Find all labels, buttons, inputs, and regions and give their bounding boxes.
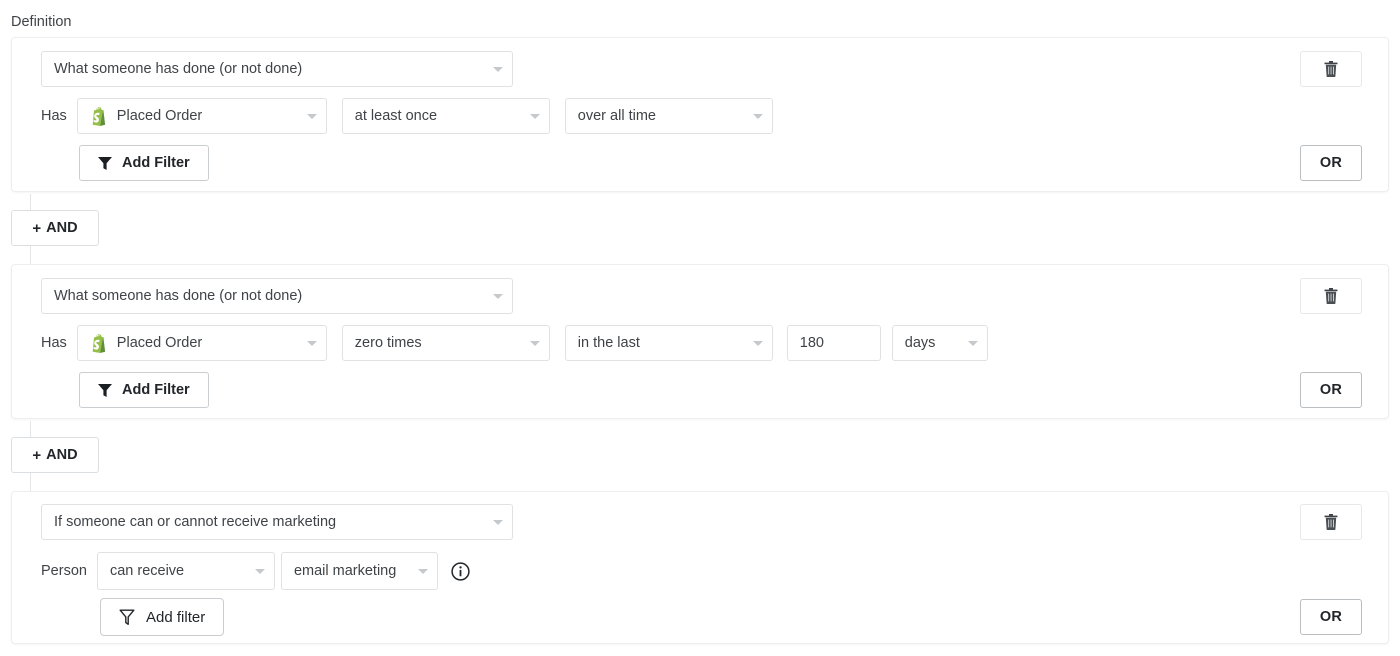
chevron-down-icon [255,569,265,574]
frequency-value-2: zero times [355,335,422,351]
condition-type-value-3: If someone can or cannot receive marketi… [54,514,336,530]
add-filter-button-3[interactable]: Add filter [100,598,224,636]
delete-block-button-3[interactable] [1300,504,1362,540]
and-text-1: AND [46,220,77,236]
delete-block-button-1[interactable] [1300,51,1362,87]
metric-select-1[interactable]: Placed Order [77,98,327,134]
chevron-down-icon [493,67,503,72]
amount-input-2[interactable]: 180 [787,325,881,361]
consent-select-3[interactable]: can receive [97,552,275,590]
chevron-down-icon [753,341,763,346]
condition-type-value-2: What someone has done (or not done) [54,288,302,304]
funnel-icon [98,384,112,397]
amount-value-2: 180 [800,335,824,351]
trash-icon [1324,514,1338,530]
metric-value-2: Placed Order [117,335,202,351]
trash-icon [1324,288,1338,304]
add-and-button-2[interactable]: + + AND AND [11,437,99,473]
lead-label-2: Has [41,335,67,351]
condition-type-select-2[interactable]: What someone has done (or not done) [41,278,513,314]
timeframe-select-2[interactable]: in the last [565,325,773,361]
add-and-button-1[interactable]: + + AND AND [11,210,99,246]
metric-select-2[interactable]: Placed Order [77,325,327,361]
definition-label: Definition [11,13,71,31]
frequency-select-2[interactable]: zero times [342,325,550,361]
chevron-down-icon [530,114,540,119]
condition-block-1: What someone has done (or not done) Has … [11,37,1389,192]
segment-definition-builder: Definition What someone has done (or not… [0,0,1400,656]
lead-label-1: Has [41,108,67,124]
info-icon[interactable] [451,562,470,581]
timeframe-value-1: over all time [578,108,656,124]
chevron-down-icon [418,569,428,574]
plus-icon: + [32,221,41,236]
amount-unit-value-2: days [905,335,936,351]
or-button-3[interactable]: OR [1300,599,1362,635]
or-button-2[interactable]: OR [1300,372,1362,408]
or-label-2: OR [1320,382,1342,398]
chevron-down-icon [530,341,540,346]
metric-value-1: Placed Order [117,108,202,124]
condition-block-2: What someone has done (or not done) Has … [11,264,1389,419]
frequency-select-1[interactable]: at least once [342,98,550,134]
timeframe-select-1[interactable]: over all time [565,98,773,134]
condition-type-value-1: What someone has done (or not done) [54,61,302,77]
and-text-2: AND [46,447,77,463]
lead-label-3: Person [41,563,87,579]
or-label-1: OR [1320,155,1342,171]
condition-type-select-1[interactable]: What someone has done (or not done) [41,51,513,87]
condition-block-3: If someone can or cannot receive marketi… [11,491,1389,644]
chevron-down-icon [307,341,317,346]
chevron-down-icon [753,114,763,119]
shopify-logo-icon [90,107,108,126]
or-label-3: OR [1320,609,1342,625]
condition-type-select-3[interactable]: If someone can or cannot receive marketi… [41,504,513,540]
chevron-down-icon [493,520,503,525]
frequency-value-1: at least once [355,108,437,124]
channel-value-3: email marketing [294,563,396,579]
consent-value-3: can receive [110,563,184,579]
channel-select-3[interactable]: email marketing [281,552,438,590]
chevron-down-icon [307,114,317,119]
trash-icon [1324,61,1338,77]
add-filter-label-2: Add Filter [122,382,190,398]
funnel-icon [98,157,112,170]
funnel-outline-icon [119,609,135,626]
chevron-down-icon [493,294,503,299]
or-button-1[interactable]: OR [1300,145,1362,181]
plus-icon: + [32,448,41,463]
add-filter-label-3: Add filter [146,609,205,626]
shopify-logo-icon [90,334,108,353]
add-filter-button-2[interactable]: Add Filter [79,372,209,408]
chevron-down-icon [968,341,978,346]
amount-unit-select-2[interactable]: days [892,325,988,361]
timeframe-value-2: in the last [578,335,640,351]
add-filter-label-1: Add Filter [122,155,190,171]
add-filter-button-1[interactable]: Add Filter [79,145,209,181]
delete-block-button-2[interactable] [1300,278,1362,314]
